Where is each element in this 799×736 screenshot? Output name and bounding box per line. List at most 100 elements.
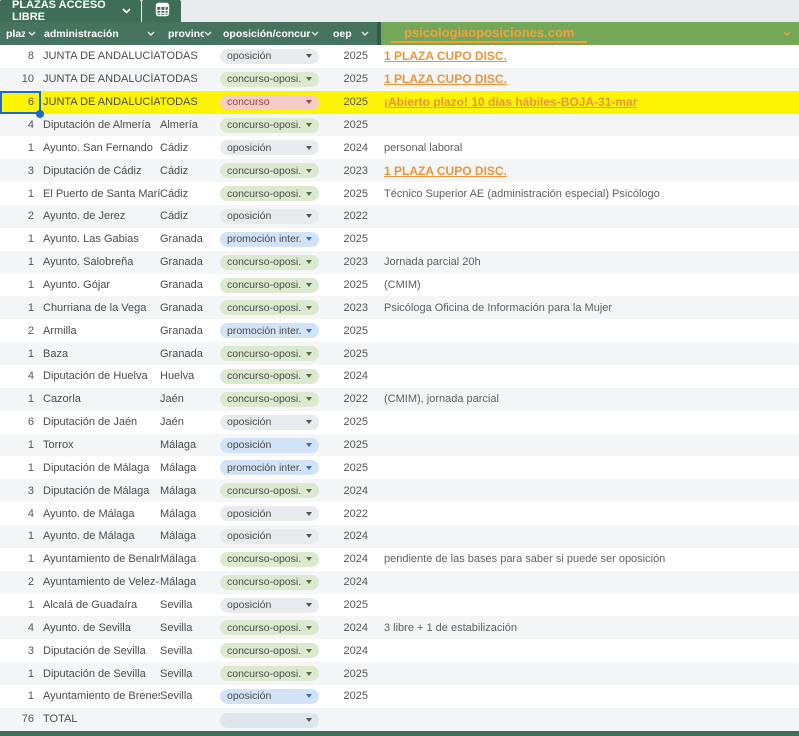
- header-plazas[interactable]: plazas: [0, 22, 40, 45]
- tipo-dropdown[interactable]: oposición: [220, 209, 319, 224]
- tipo-dropdown[interactable]: concurso-oposi...: [220, 483, 319, 498]
- tipo-dropdown[interactable]: promoción inter...: [220, 460, 319, 475]
- provincia-cell: Sevilla: [160, 599, 216, 611]
- filter-chevron-icon[interactable]: [783, 31, 791, 36]
- table-row: 1 El Puerto de Santa María Cádiz concurs…: [0, 182, 799, 205]
- provincia-cell: Sevilla: [160, 668, 216, 680]
- provincia-cell: Sevilla: [160, 645, 216, 657]
- oep-cell: 2025: [324, 50, 377, 62]
- tipo-dropdown[interactable]: concurso-oposi...: [220, 255, 319, 270]
- tipo-dropdown[interactable]: concurso-oposi...: [220, 552, 319, 567]
- plazas-count: 3: [0, 165, 40, 177]
- filter-chevron-icon[interactable]: [361, 31, 369, 36]
- tipo-cell: promoción inter...: [216, 323, 324, 338]
- filter-chevron-icon[interactable]: [311, 31, 319, 36]
- tipo-dropdown[interactable]: concurso-oposi...: [220, 72, 319, 87]
- filter-chevron-icon[interactable]: [147, 31, 155, 36]
- tipo-cell: oposición: [216, 140, 324, 155]
- chevron-down-icon: [306, 626, 312, 630]
- psicologiaoposiciones-link[interactable]: psicologiaoposiciones.com: [391, 25, 587, 43]
- tipo-dropdown[interactable]: concurso-oposi...: [220, 163, 319, 178]
- plazas-count: 1: [0, 690, 40, 702]
- tipo-dropdown-label: oposición: [227, 690, 271, 702]
- tipo-dropdown[interactable]: concurso-oposi...: [220, 369, 319, 384]
- chevron-down-icon: [306, 77, 312, 81]
- plazas-count: 4: [0, 119, 40, 131]
- tipo-dropdown[interactable]: concurso-oposi...: [220, 620, 319, 635]
- administracion-cell: Diputación de Jaén: [40, 416, 160, 428]
- chevron-down-icon: [306, 580, 312, 584]
- tipo-dropdown[interactable]: concurso-oposi...: [220, 392, 319, 407]
- oep-cell: 2023: [324, 165, 377, 177]
- chevron-down-icon: [306, 420, 312, 424]
- provincia-cell: Cádiz: [160, 188, 216, 200]
- nota-link[interactable]: 1 PLAZA CUPO DISC.: [377, 49, 799, 63]
- tipo-cell: [216, 711, 324, 728]
- oep-cell: 2025: [324, 96, 377, 108]
- chevron-down-icon: [306, 443, 312, 447]
- administracion-cell: Ayunto. San Fernando: [40, 142, 160, 154]
- tipo-dropdown[interactable]: concurso-oposi...: [220, 346, 319, 361]
- tipo-dropdown[interactable]: [220, 713, 319, 728]
- tipo-cell: concurso-oposi...: [216, 620, 324, 635]
- plazas-count: 1: [0, 188, 40, 200]
- tipo-cell: concurso-oposi...: [216, 300, 324, 315]
- oep-cell: 2023: [324, 256, 377, 268]
- nota-link[interactable]: ¡Abierto plazo! 10 días hábiles-BOJA-31-…: [377, 95, 799, 109]
- tipo-dropdown-label: concurso-oposi...: [227, 668, 302, 680]
- administracion-cell: Diputación de Cádiz: [40, 165, 160, 177]
- tipo-dropdown[interactable]: concurso-oposi...: [220, 643, 319, 658]
- filter-chevron-icon[interactable]: [204, 31, 212, 36]
- sheet-tab-grid[interactable]: [142, 0, 181, 22]
- chevron-down-icon[interactable]: [122, 8, 131, 14]
- tipo-dropdown[interactable]: concurso-oposi...: [220, 300, 319, 315]
- filter-chevron-icon[interactable]: [28, 31, 36, 36]
- table-row: 1 Diputación de Sevilla Sevilla concurso…: [0, 662, 799, 685]
- tipo-dropdown-label: oposición: [227, 210, 271, 222]
- administracion-cell: JUNTA DE ANDALUCÍA: [40, 96, 160, 108]
- tipo-dropdown[interactable]: concurso: [220, 95, 319, 110]
- provincia-cell: Jaén: [160, 416, 216, 428]
- tipo-dropdown[interactable]: concurso-oposi...: [220, 118, 319, 133]
- oep-cell: 2025: [324, 188, 377, 200]
- nota-cell: (CMIM): [377, 279, 799, 291]
- tipo-dropdown[interactable]: oposición: [220, 415, 319, 430]
- tipo-cell: concurso-oposi...: [216, 255, 324, 270]
- tipo-dropdown[interactable]: promoción inter...: [220, 323, 319, 338]
- provincia-cell: Málaga: [160, 462, 216, 474]
- tipo-dropdown[interactable]: concurso-oposi...: [220, 666, 319, 681]
- tipo-dropdown[interactable]: concurso-oposi...: [220, 186, 319, 201]
- header-provincia[interactable]: provincia: [160, 22, 216, 45]
- tipo-dropdown[interactable]: oposición: [220, 529, 319, 544]
- nota-link[interactable]: 1 PLAZA CUPO DISC.: [377, 164, 799, 178]
- tipo-dropdown[interactable]: oposición: [220, 598, 319, 613]
- oep-cell: 2022: [324, 210, 377, 222]
- tipo-dropdown[interactable]: concurso-oposi...: [220, 278, 319, 293]
- header-administracion[interactable]: administración: [40, 22, 160, 45]
- tipo-cell: concurso-oposi...: [216, 643, 324, 658]
- tipo-dropdown[interactable]: oposición: [220, 689, 319, 704]
- table-row: 1 Ayunto. San Fernando Cádiz oposición 2…: [0, 136, 799, 159]
- chevron-down-icon: [306, 534, 312, 538]
- header-oep[interactable]: oep: [324, 22, 377, 45]
- chevron-down-icon: [306, 557, 312, 561]
- tipo-dropdown[interactable]: oposición: [220, 506, 319, 521]
- tipo-cell: concurso-oposi...: [216, 72, 324, 87]
- plazas-count: 4: [0, 508, 40, 520]
- tipo-dropdown-label: concurso-oposi...: [227, 553, 302, 565]
- tipo-dropdown-label: concurso-oposi...: [227, 73, 302, 85]
- tipo-dropdown[interactable]: oposición: [220, 140, 319, 155]
- table-row: 1 Diputación de Málaga Málaga promoción …: [0, 456, 799, 479]
- nota-link[interactable]: 1 PLAZA CUPO DISC.: [377, 72, 799, 86]
- administracion-cell: JUNTA DE ANDALUCÍA: [40, 50, 160, 62]
- tipo-dropdown[interactable]: concurso-oposi...: [220, 575, 319, 590]
- plazas-count: 1: [0, 348, 40, 360]
- tipo-dropdown[interactable]: oposición: [220, 438, 319, 453]
- administracion-cell: Baza: [40, 348, 160, 360]
- administracion-cell: Ayunto. de Málaga: [40, 530, 160, 542]
- header-oposicion-concurso[interactable]: oposición/concurso: [216, 22, 324, 45]
- tipo-dropdown-label: promoción inter...: [227, 462, 302, 474]
- tipo-dropdown[interactable]: promoción inter...: [220, 232, 319, 247]
- tipo-dropdown[interactable]: oposición: [220, 49, 319, 64]
- sheet-tab-plazas-acceso-libre[interactable]: PLAZAS ACCESO LIBRE: [0, 0, 141, 22]
